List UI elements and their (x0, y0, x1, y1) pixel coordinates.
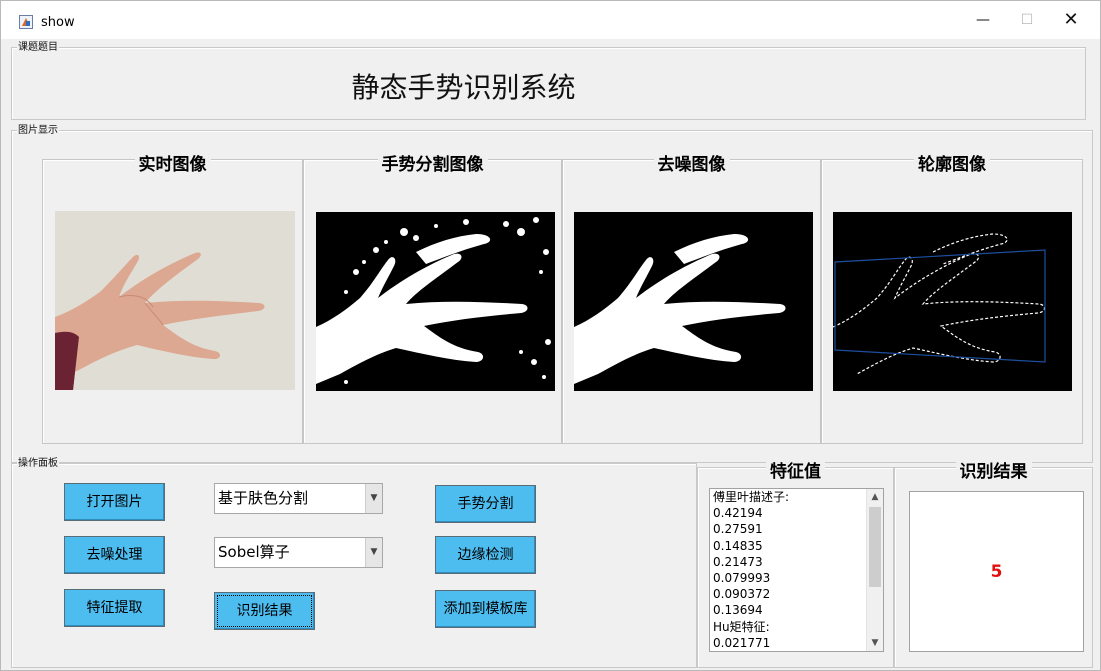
contour-image (833, 212, 1072, 391)
open-image-button[interactable]: 打开图片 (64, 483, 165, 521)
topic-panel-legend: 课题题目 (17, 41, 59, 54)
denoised-image (574, 212, 813, 391)
edge-operator-value: Sobel算子 (218, 543, 290, 561)
recognize-result-button[interactable]: 识别结果 (214, 592, 315, 630)
add-to-template-button[interactable]: 添加到模板库 (435, 590, 536, 628)
feature-list-item[interactable]: 0.13694 (710, 602, 883, 618)
window-title: show (41, 15, 75, 30)
segmentation-image-frame: 手势分割图像 (303, 155, 562, 444)
edge-detect-button[interactable]: 边缘检测 (435, 536, 536, 574)
scroll-thumb[interactable] (869, 507, 881, 587)
feature-list-item[interactable]: 0.42194 (710, 505, 883, 521)
feature-list: 傅里叶描述子: 0.42194 0.27591 0.14835 0.21473 0.079… (710, 489, 883, 651)
maximize-button[interactable]: ☐ (1007, 7, 1047, 33)
result-value: 5 (990, 562, 1003, 582)
app-window: show — ☐ ✕ 课题题目 静态手势识别系统 图片显示 实时图像 手势分割图… (0, 0, 1101, 671)
title-bar: show — ☐ ✕ (1, 1, 1100, 39)
chevron-down-icon[interactable]: ▼ (365, 538, 382, 567)
chevron-down-icon[interactable]: ▼ (365, 484, 382, 513)
feature-list-item[interactable]: 0.079993 (710, 570, 883, 586)
feature-list-item[interactable]: 0.14835 (710, 538, 883, 554)
image-panel-legend: 图片显示 (17, 124, 59, 137)
contour-image-frame: 轮廓图像 (821, 155, 1083, 444)
segmented-hand-icon (316, 212, 555, 391)
feature-extract-button[interactable]: 特征提取 (64, 589, 165, 627)
denoise-button[interactable]: 去噪处理 (64, 536, 165, 574)
feature-list-item[interactable]: 0.090372 (710, 586, 883, 602)
feature-listbox[interactable]: 傅里叶描述子: 0.42194 0.27591 0.14835 0.21473 0.079… (709, 488, 884, 652)
segmentation-image (316, 212, 555, 391)
minimize-button[interactable]: — (963, 7, 1003, 33)
hand-photo-icon (55, 211, 295, 390)
feature-list-item[interactable]: Hu矩特征: (710, 619, 883, 635)
segment-method-select[interactable]: 基于肤色分割 ▼ (214, 483, 383, 514)
realtime-image-frame: 实时图像 (42, 155, 303, 444)
denoised-hand-icon (574, 212, 813, 391)
topic-title: 静态手势识别系统 (351, 71, 576, 104)
edge-operator-select[interactable]: Sobel算子 ▼ (214, 537, 383, 568)
close-button[interactable]: ✕ (1051, 7, 1091, 33)
segment-method-value: 基于肤色分割 (218, 489, 309, 507)
contour-hand-icon (833, 212, 1072, 391)
topic-panel: 课题题目 静态手势识别系统 (11, 41, 1086, 120)
feature-list-item[interactable]: 0.21473 (710, 554, 883, 570)
result-display: 5 (909, 491, 1084, 652)
feature-scrollbar[interactable]: ▲ ▼ (866, 489, 883, 651)
scroll-down-icon[interactable]: ▼ (867, 635, 883, 651)
denoised-image-frame: 去噪图像 (562, 155, 821, 444)
operation-panel-legend: 操作面板 (17, 457, 59, 470)
feature-list-item[interactable]: 傅里叶描述子: (710, 489, 883, 505)
feature-list-item[interactable]: 0.27591 (710, 521, 883, 537)
feature-list-item[interactable]: 0.021771 (710, 635, 883, 651)
realtime-image (55, 211, 295, 390)
gesture-segment-button[interactable]: 手势分割 (435, 485, 536, 523)
scroll-up-icon[interactable]: ▲ (867, 489, 883, 505)
matlab-icon (19, 15, 33, 29)
